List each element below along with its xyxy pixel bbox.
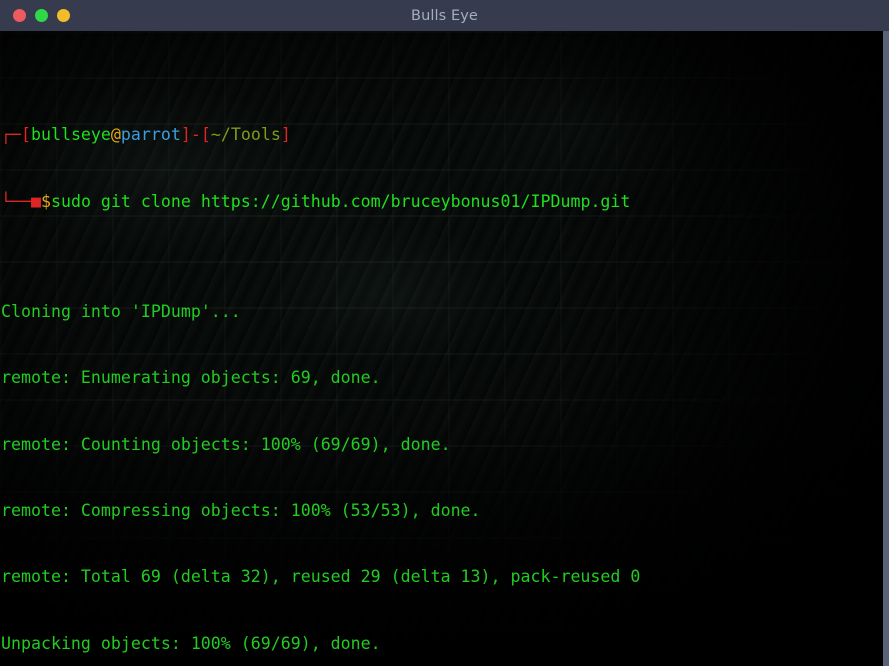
maximize-button[interactable] bbox=[57, 9, 70, 22]
terminal-window: Bulls Eye ┌─[bullseye@parrot]-[~/Tools] … bbox=[0, 0, 889, 666]
window-title: Bulls Eye bbox=[411, 7, 478, 24]
prompt-sigil: $ bbox=[40, 191, 51, 211]
close-button[interactable] bbox=[13, 9, 26, 22]
prompt-user: bullseye bbox=[30, 125, 111, 145]
output-line: Cloning into 'IPDump'... bbox=[1, 302, 241, 322]
command-line: └──■$sudo git clone https://github.com/b… bbox=[0, 191, 883, 213]
scrollbar-thumb[interactable] bbox=[883, 31, 889, 666]
output-line: remote: Enumerating objects: 69, done. bbox=[1, 368, 381, 388]
output-line: remote: Total 69 (delta 32), reused 29 (… bbox=[1, 567, 641, 587]
prompt-host: parrot bbox=[120, 125, 181, 145]
command-text: sudo git clone https://github.com/brucey… bbox=[50, 191, 631, 211]
output-line: Unpacking objects: 100% (69/69), done. bbox=[1, 633, 381, 653]
vertical-scrollbar[interactable] bbox=[883, 31, 889, 666]
prompt-at: @ bbox=[110, 125, 121, 145]
prompt-path: ~/Tools bbox=[210, 125, 281, 145]
window-controls bbox=[13, 0, 70, 31]
prompt-corner-bottom-icon: └──■ bbox=[1, 191, 41, 211]
output-line: remote: Counting objects: 100% (69/69), … bbox=[1, 434, 451, 454]
prompt-line: ┌─[bullseye@parrot]-[~/Tools] bbox=[1, 125, 291, 145]
prompt-corner-top-icon: ┌─ bbox=[1, 125, 21, 145]
terminal-body[interactable]: ┌─[bullseye@parrot]-[~/Tools] └──■$sudo … bbox=[0, 31, 889, 666]
terminal-screen[interactable]: ┌─[bullseye@parrot]-[~/Tools] └──■$sudo … bbox=[0, 31, 883, 666]
output-line: remote: Compressing objects: 100% (53/53… bbox=[1, 500, 481, 520]
window-titlebar[interactable]: Bulls Eye bbox=[0, 0, 889, 31]
minimize-button[interactable] bbox=[35, 9, 48, 22]
